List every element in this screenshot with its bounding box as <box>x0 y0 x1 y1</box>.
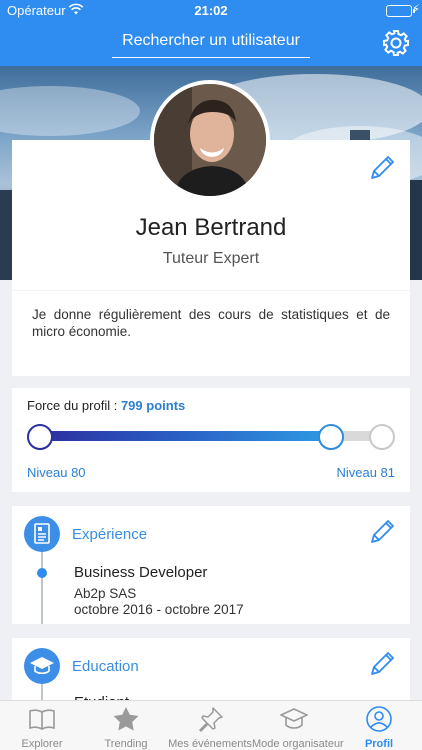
star-icon <box>113 707 139 731</box>
tab-label: Explorer <box>21 738 63 750</box>
tab-mode-organisateur[interactable]: Mode organisateur <box>252 701 344 750</box>
experience-card: Expérience Business Developer Ab2p SAS o… <box>12 506 410 624</box>
tab-explorer[interactable]: Explorer <box>0 701 84 750</box>
settings-gear-icon[interactable] <box>382 29 410 57</box>
edit-profile-pencil-icon[interactable] <box>368 152 398 182</box>
strength-points: 799 points <box>120 398 186 413</box>
tab-label: Profil <box>364 738 394 750</box>
status-bar: Opérateur 21:02 ⚡ <box>0 0 422 22</box>
education-title: Education <box>72 658 139 675</box>
profile-name: Jean Bertrand <box>135 214 287 241</box>
profile-bio: Je donne régulièrement des cours de stat… <box>32 307 390 339</box>
level-next: Niveau 81 <box>336 465 395 480</box>
pin-icon <box>199 707 223 732</box>
experience-position: Business Developer <box>74 564 208 581</box>
nav-bar: Rechercher un utilisateur <box>0 22 422 66</box>
tab-label: Mes événements <box>168 738 252 750</box>
timeline-line <box>41 552 43 624</box>
charging-icon: ⚡ <box>411 2 420 16</box>
profile-strength-progress <box>27 424 395 450</box>
tab-trending[interactable]: Trending <box>84 701 168 750</box>
level-start-knob <box>27 424 53 450</box>
level-current: Niveau 80 <box>27 465 86 480</box>
tab-bar: Explorer Trending Mes événements Mode or… <box>0 700 422 750</box>
experience-title: Expérience <box>72 526 148 543</box>
experience-dates: octobre 2016 - octobre 2017 <box>74 602 244 617</box>
user-icon <box>366 706 392 732</box>
graduation-cap-icon <box>280 708 308 729</box>
clock: 21:02 <box>194 3 228 18</box>
profile-avatar <box>150 80 270 200</box>
divider <box>12 290 410 291</box>
timeline-dot <box>37 568 47 578</box>
tab-label: Mode organisateur <box>252 738 344 750</box>
current-progress-knob <box>317 424 344 450</box>
experience-company: Ab2p SAS <box>74 586 137 601</box>
education-card: Education Etudiant <box>12 638 410 724</box>
progress-fill <box>39 431 331 441</box>
profile-role: Tuteur Expert <box>162 250 260 267</box>
search-user-button[interactable]: Rechercher un utilisateur <box>112 28 310 58</box>
tab-label: Trending <box>104 738 148 750</box>
graduation-cap-icon <box>24 648 60 684</box>
strength-label: Force du profil : <box>27 398 118 413</box>
edit-education-pencil-icon[interactable] <box>368 648 398 678</box>
strength-label-row: Force du profil : 799 points <box>27 398 185 413</box>
profile-strength-card: Force du profil : 799 points Niveau 80 N… <box>12 388 410 492</box>
book-icon <box>29 709 55 730</box>
battery-icon <box>386 5 415 17</box>
edit-experience-pencil-icon[interactable] <box>368 516 398 546</box>
document-icon <box>24 516 60 552</box>
level-end-knob <box>369 424 395 450</box>
tab-profil[interactable]: Profil <box>336 701 422 750</box>
tab-mes-evenements[interactable]: Mes événements <box>168 701 252 750</box>
